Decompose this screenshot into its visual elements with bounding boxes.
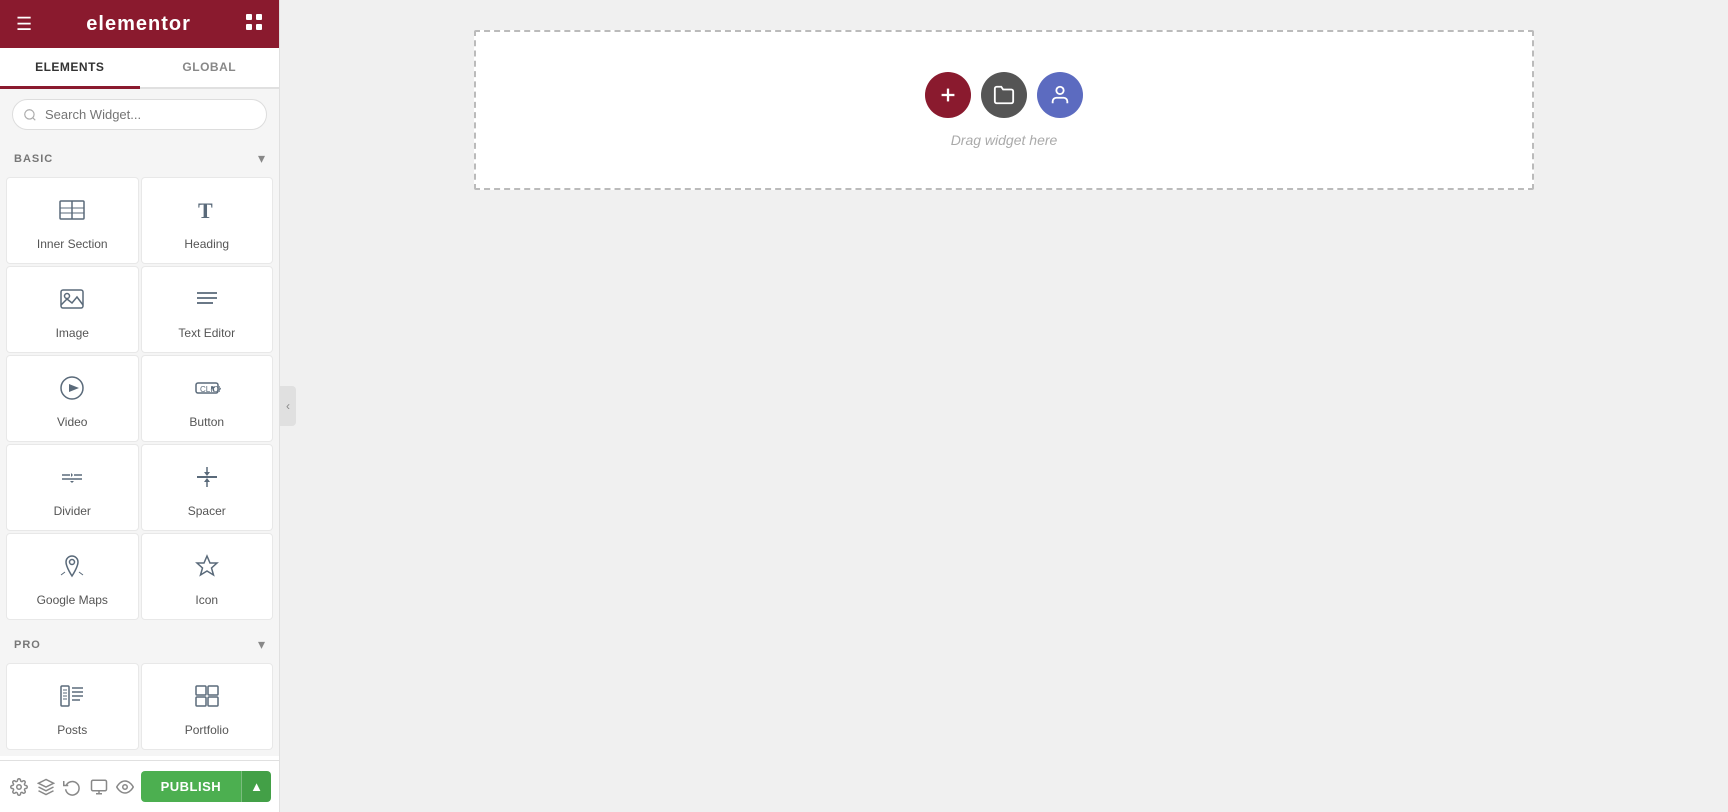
folder-button[interactable] xyxy=(981,72,1027,118)
image-label: Image xyxy=(56,326,89,340)
divider-icon xyxy=(58,463,86,496)
google-maps-label: Google Maps xyxy=(37,593,108,607)
inner-section-icon xyxy=(58,196,86,229)
responsive-icon[interactable] xyxy=(88,771,111,803)
text-editor-icon xyxy=(193,285,221,318)
logo: elementor xyxy=(86,13,191,36)
icon-icon xyxy=(193,552,221,585)
widget-video[interactable]: Video xyxy=(6,355,139,442)
widget-image[interactable]: Image xyxy=(6,266,139,353)
widget-posts[interactable]: Posts xyxy=(6,663,139,750)
heading-label: Heading xyxy=(184,237,229,251)
widget-inner-section[interactable]: Inner Section xyxy=(6,177,139,264)
canvas-area: Drag widget here xyxy=(280,0,1728,812)
publish-dropdown-button[interactable]: ▲ xyxy=(241,771,271,802)
video-label: Video xyxy=(57,415,87,429)
user-button[interactable] xyxy=(1037,72,1083,118)
video-icon xyxy=(58,374,86,407)
posts-label: Posts xyxy=(57,723,87,737)
widget-google-maps[interactable]: Google Maps xyxy=(6,533,139,620)
pro-section-header: PRO ▾ xyxy=(0,626,279,661)
basic-section-header: BASIC ▾ xyxy=(0,140,279,175)
text-editor-label: Text Editor xyxy=(178,326,235,340)
publish-button[interactable]: PUBLISH xyxy=(141,771,242,802)
button-label: Button xyxy=(189,415,224,429)
spacer-icon xyxy=(193,463,221,496)
widget-button[interactable]: CLICK Button xyxy=(141,355,274,442)
widgets-scroll: BASIC ▾ Inner Section xyxy=(0,140,279,760)
basic-section-title: BASIC xyxy=(14,153,53,165)
spacer-label: Spacer xyxy=(188,504,226,518)
basic-widgets-grid: Inner Section T Heading xyxy=(0,175,279,626)
divider-label: Divider xyxy=(54,504,91,518)
search-input[interactable] xyxy=(12,99,267,130)
settings-icon[interactable] xyxy=(8,771,31,803)
inner-section-label: Inner Section xyxy=(37,237,108,251)
sidebar-tabs: ELEMENTS GLOBAL xyxy=(0,48,279,89)
sidebar-header: ☰ elementor xyxy=(0,0,279,48)
grid-icon[interactable] xyxy=(245,13,263,36)
portfolio-label: Portfolio xyxy=(185,723,229,737)
posts-icon xyxy=(58,682,86,715)
hamburger-icon[interactable]: ☰ xyxy=(16,14,32,35)
layers-icon[interactable] xyxy=(35,771,58,803)
canvas-section: Drag widget here xyxy=(474,30,1534,190)
widget-text-editor[interactable]: Text Editor xyxy=(141,266,274,353)
pro-chevron-icon[interactable]: ▾ xyxy=(258,636,265,653)
image-icon xyxy=(58,285,86,318)
button-icon: CLICK xyxy=(193,374,221,407)
portfolio-icon xyxy=(193,682,221,715)
sidebar: ☰ elementor ELEMENTS GLOBAL BASIC ▾ xyxy=(0,0,280,812)
publish-btn-wrap: PUBLISH ▲ xyxy=(141,771,271,802)
pro-section-title: PRO xyxy=(14,639,41,651)
search-bar xyxy=(0,89,279,140)
widget-icon[interactable]: Icon xyxy=(141,533,274,620)
canvas-actions xyxy=(925,72,1083,118)
add-section-button[interactable] xyxy=(925,72,971,118)
tab-elements[interactable]: ELEMENTS xyxy=(0,48,140,89)
widget-divider[interactable]: Divider xyxy=(6,444,139,531)
widget-portfolio[interactable]: Portfolio xyxy=(141,663,274,750)
sidebar-bottom: PUBLISH ▲ xyxy=(0,760,279,812)
history-icon[interactable] xyxy=(61,771,84,803)
pro-widgets-grid: Posts Portfolio xyxy=(0,661,279,756)
widget-spacer[interactable]: Spacer xyxy=(141,444,274,531)
drag-hint: Drag widget here xyxy=(951,132,1058,148)
widget-heading[interactable]: T Heading xyxy=(141,177,274,264)
google-maps-icon xyxy=(58,552,86,585)
eye-icon[interactable] xyxy=(114,771,137,803)
sidebar-collapse-handle[interactable]: ‹ xyxy=(280,386,296,426)
icon-label: Icon xyxy=(195,593,218,607)
basic-chevron-icon[interactable]: ▾ xyxy=(258,150,265,167)
heading-icon: T xyxy=(193,196,221,229)
svg-text:CLICK: CLICK xyxy=(200,385,221,394)
svg-text:T: T xyxy=(198,198,213,223)
tab-global[interactable]: GLOBAL xyxy=(140,48,280,87)
